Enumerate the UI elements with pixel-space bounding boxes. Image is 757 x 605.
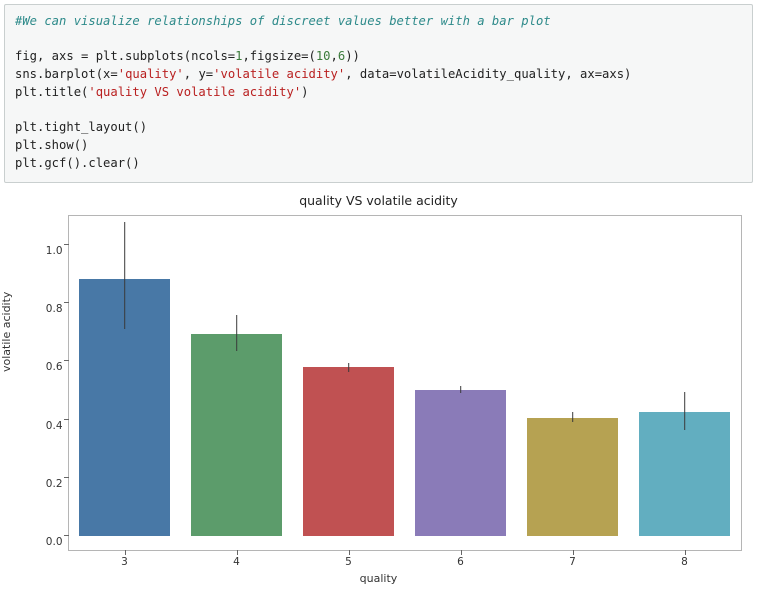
code-num: 10: [316, 49, 331, 63]
chart-bar: [415, 390, 507, 535]
x-tick-label: 6: [457, 556, 464, 568]
code-text: , y=: [184, 67, 213, 81]
error-bar: [348, 363, 350, 372]
code-text: sns.barplot(x=: [15, 67, 118, 81]
x-tick-mark: [573, 550, 574, 555]
x-tick-mark: [237, 550, 238, 555]
x-tick-label: 4: [233, 556, 240, 568]
code-text: plt.title(: [15, 85, 88, 99]
x-tick-mark: [349, 550, 350, 555]
code-cell: #We can visualize relationships of discr…: [4, 4, 753, 183]
x-tick-mark: [461, 550, 462, 555]
x-tick-mark: [685, 550, 686, 555]
chart-bar: [303, 367, 395, 535]
y-tick-label: 0.6: [33, 361, 63, 373]
chart-bar: [527, 418, 619, 536]
y-tick-label: 0.0: [33, 536, 63, 548]
code-text: )): [345, 49, 360, 63]
x-tick-label: 5: [345, 556, 352, 568]
code-text: plt.show(): [15, 138, 88, 152]
chart-bar: [191, 334, 283, 536]
code-text: , data=volatileAcidity_quality, ax=axs): [345, 67, 631, 81]
chart-title: quality VS volatile acidity: [8, 193, 750, 208]
plot-area: 0.00.20.40.60.81.0345678: [68, 215, 742, 551]
y-tick-mark: [64, 419, 69, 420]
chart-output: quality VS volatile acidity volatile aci…: [8, 193, 750, 583]
code-text: fig, axs = plt.subplots(ncols=: [15, 49, 235, 63]
error-bar: [572, 412, 574, 422]
y-tick-mark: [64, 302, 69, 303]
x-axis-label: quality: [8, 572, 750, 585]
code-str: 'volatile acidity': [213, 67, 345, 81]
code-text: ,: [331, 49, 338, 63]
code-text: plt.gcf().clear(): [15, 156, 140, 170]
y-tick-label: 0.4: [33, 420, 63, 432]
y-tick-mark: [64, 360, 69, 361]
error-bar: [236, 315, 238, 351]
error-bar: [124, 222, 126, 329]
y-tick-label: 0.8: [33, 303, 63, 315]
code-text: ): [301, 85, 308, 99]
error-bar: [684, 392, 686, 430]
y-axis-label: volatile acidity: [0, 292, 13, 372]
code-text: plt.tight_layout(): [15, 120, 147, 134]
y-tick-mark: [64, 477, 69, 478]
y-tick-mark: [64, 535, 69, 536]
chart-bar: [639, 412, 731, 535]
x-tick-label: 7: [569, 556, 576, 568]
y-tick-mark: [64, 244, 69, 245]
code-str: 'quality': [118, 67, 184, 81]
code-str: 'quality VS volatile acidity': [88, 85, 301, 99]
x-tick-label: 8: [681, 556, 688, 568]
x-tick-label: 3: [121, 556, 128, 568]
code-comment: #We can visualize relationships of discr…: [15, 14, 551, 28]
y-tick-label: 1.0: [33, 245, 63, 257]
error-bar: [460, 386, 462, 393]
code-text: ,figsize=(: [242, 49, 315, 63]
x-tick-mark: [125, 550, 126, 555]
y-tick-label: 0.2: [33, 478, 63, 490]
